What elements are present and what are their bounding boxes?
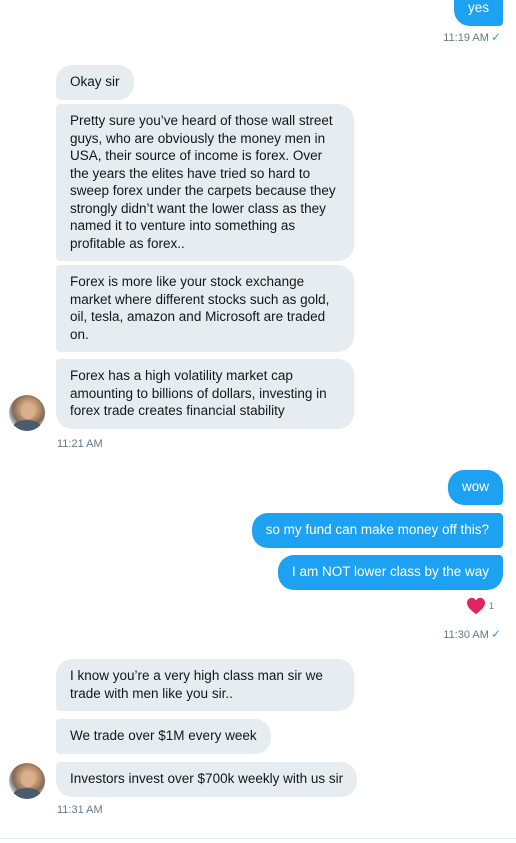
message-bubble-incoming[interactable]: We trade over $1M every week	[56, 719, 271, 754]
message-bubble-incoming[interactable]: I know you’re a very high class man sir …	[56, 659, 354, 711]
message-text: Forex has a high volatility market cap a…	[70, 368, 327, 418]
message-text: We trade over $1M every week	[70, 728, 257, 743]
message-timestamp: 11:31 AM	[57, 804, 103, 816]
heart-icon	[466, 597, 485, 615]
sender-avatar[interactable]	[9, 763, 45, 799]
reaction-count: 1	[488, 601, 494, 611]
read-check-icon: ✓	[490, 30, 501, 44]
message-text: I am NOT lower class by the way	[291, 564, 489, 579]
message-bubble-incoming[interactable]: Forex is more like your stock exchange m…	[56, 265, 354, 352]
message-timestamp: 11:30 AM ✓	[443, 627, 501, 641]
message-bubble-outgoing[interactable]: yes	[453, 0, 503, 26]
message-text: Okay sir	[70, 74, 120, 89]
sender-avatar[interactable]	[9, 395, 45, 431]
message-bubble-incoming[interactable]: Forex has a high volatility market cap a…	[56, 359, 354, 429]
read-check-icon: ✓	[490, 627, 501, 641]
message-bubble-incoming[interactable]: Investors invest over $700k weekly with …	[56, 762, 358, 797]
message-text: wow	[461, 479, 489, 494]
divider	[0, 838, 516, 839]
message-text: so my fund can make money off this?	[265, 522, 489, 537]
message-text: Investors invest over $700k weekly with …	[70, 771, 344, 786]
message-bubble-outgoing[interactable]: I am NOT lower class by the way	[277, 555, 503, 590]
message-timestamp: 11:19 AM ✓	[443, 30, 501, 44]
message-bubble-incoming[interactable]: Okay sir	[56, 65, 134, 100]
message-text: Forex is more like your stock exchange m…	[70, 274, 330, 342]
message-text: Pretty sure you’ve heard of those wall s…	[70, 113, 336, 251]
reaction[interactable]: 1	[466, 597, 494, 615]
message-timestamp: 11:21 AM	[57, 438, 103, 450]
message-text: I know you’re a very high class man sir …	[70, 668, 323, 701]
message-bubble-incoming[interactable]: Pretty sure you’ve heard of those wall s…	[56, 104, 354, 261]
message-bubble-outgoing[interactable]: so my fund can make money off this?	[251, 513, 503, 548]
message-text: yes	[467, 0, 489, 15]
message-bubble-outgoing[interactable]: wow	[447, 470, 503, 505]
